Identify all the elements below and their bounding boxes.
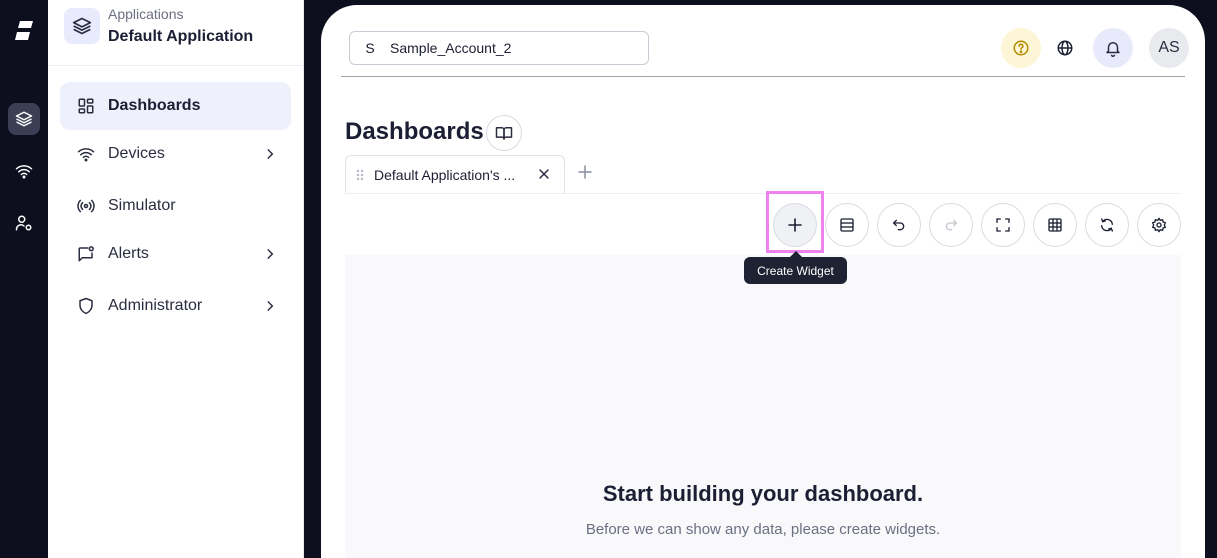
- shield-icon: [76, 296, 96, 316]
- grid-icon: [1048, 218, 1062, 232]
- globe-icon: [1057, 40, 1073, 56]
- sidebar-item-label: Devices: [108, 145, 165, 162]
- account-name: Sample_Account_2: [390, 40, 512, 56]
- wifi-icon: [76, 144, 96, 164]
- sidebar-item-label: Administrator: [108, 297, 203, 314]
- rows-icon: [840, 218, 854, 232]
- sidebar: Applications Default Application Dashboa…: [48, 0, 304, 558]
- account-initial: S: [365, 40, 375, 56]
- fullscreen-icon: [996, 218, 1010, 232]
- layers-icon: [64, 8, 100, 44]
- icon-rail: [0, 0, 48, 558]
- applications-rail-icon[interactable]: [8, 103, 40, 135]
- redo-icon: [945, 219, 957, 231]
- chevron-right-icon: [263, 246, 277, 262]
- create-widget-highlight: [766, 191, 824, 253]
- empty-state-subtitle: Before we can show any data, please crea…: [585, 521, 941, 538]
- empty-state-title: Start building your dashboard.: [602, 481, 924, 506]
- sidebar-item-label: Dashboards: [108, 97, 201, 114]
- application-switcher[interactable]: Applications Default Application: [48, 0, 304, 66]
- layout-rows-button[interactable]: [825, 203, 869, 247]
- header-divider: [341, 76, 1185, 77]
- notifications-button[interactable]: [1093, 28, 1133, 68]
- account-selector[interactable]: S Sample_Account_2: [349, 31, 649, 65]
- sidebar-item-dashboards[interactable]: Dashboards: [60, 82, 291, 130]
- app-section-label: Applications: [108, 6, 184, 22]
- tab-default-dashboard[interactable]: Default Application's ...: [345, 155, 565, 193]
- add-tab-icon[interactable]: [577, 164, 593, 180]
- sidebar-item-simulator[interactable]: Simulator: [60, 182, 291, 230]
- user-settings-rail-icon[interactable]: [8, 207, 40, 239]
- language-button[interactable]: [1045, 28, 1085, 68]
- broadcast-icon: [76, 196, 96, 216]
- tab-divider: [345, 193, 1181, 194]
- help-button[interactable]: [1001, 28, 1041, 68]
- sidebar-item-label: Simulator: [108, 197, 176, 214]
- refresh-button[interactable]: [1085, 203, 1129, 247]
- dashboard-canvas: [345, 255, 1181, 558]
- sidebar-item-devices[interactable]: Devices: [60, 130, 291, 178]
- undo-icon: [893, 219, 905, 231]
- dashboard-grid-icon: [76, 96, 96, 116]
- drag-handle-icon[interactable]: [346, 169, 374, 181]
- gear-icon: [1152, 217, 1166, 233]
- chevron-right-icon: [263, 298, 277, 314]
- app-name: Default Application: [108, 28, 254, 45]
- tab-label: Default Application's ...: [374, 166, 516, 183]
- brand-logo-icon[interactable]: [14, 20, 34, 42]
- avatar[interactable]: AS: [1149, 28, 1189, 68]
- redo-button[interactable]: [929, 203, 973, 247]
- dashboard-settings-button[interactable]: [1137, 203, 1181, 247]
- sidebar-item-alerts[interactable]: Alerts: [60, 230, 291, 278]
- close-icon[interactable]: [538, 168, 550, 180]
- bell-icon: [1106, 42, 1120, 57]
- refresh-icon: [1101, 218, 1113, 232]
- alert-message-icon: [76, 244, 96, 264]
- chevron-right-icon: [263, 146, 277, 162]
- book-icon: [495, 127, 513, 140]
- page-title: Dashboards: [345, 118, 484, 145]
- grid-toggle-button[interactable]: [1033, 203, 1077, 247]
- connectivity-rail-icon[interactable]: [8, 155, 40, 187]
- sidebar-item-administrator[interactable]: Administrator: [60, 282, 291, 330]
- help-icon: [1013, 40, 1029, 56]
- main-panel: S Sample_Account_2 AS Dashboards Default…: [321, 5, 1205, 558]
- create-widget-tooltip: Create Widget: [744, 257, 847, 284]
- documentation-button[interactable]: [486, 115, 522, 151]
- sidebar-item-label: Alerts: [108, 245, 149, 262]
- undo-button[interactable]: [877, 203, 921, 247]
- fullscreen-button[interactable]: [981, 203, 1025, 247]
